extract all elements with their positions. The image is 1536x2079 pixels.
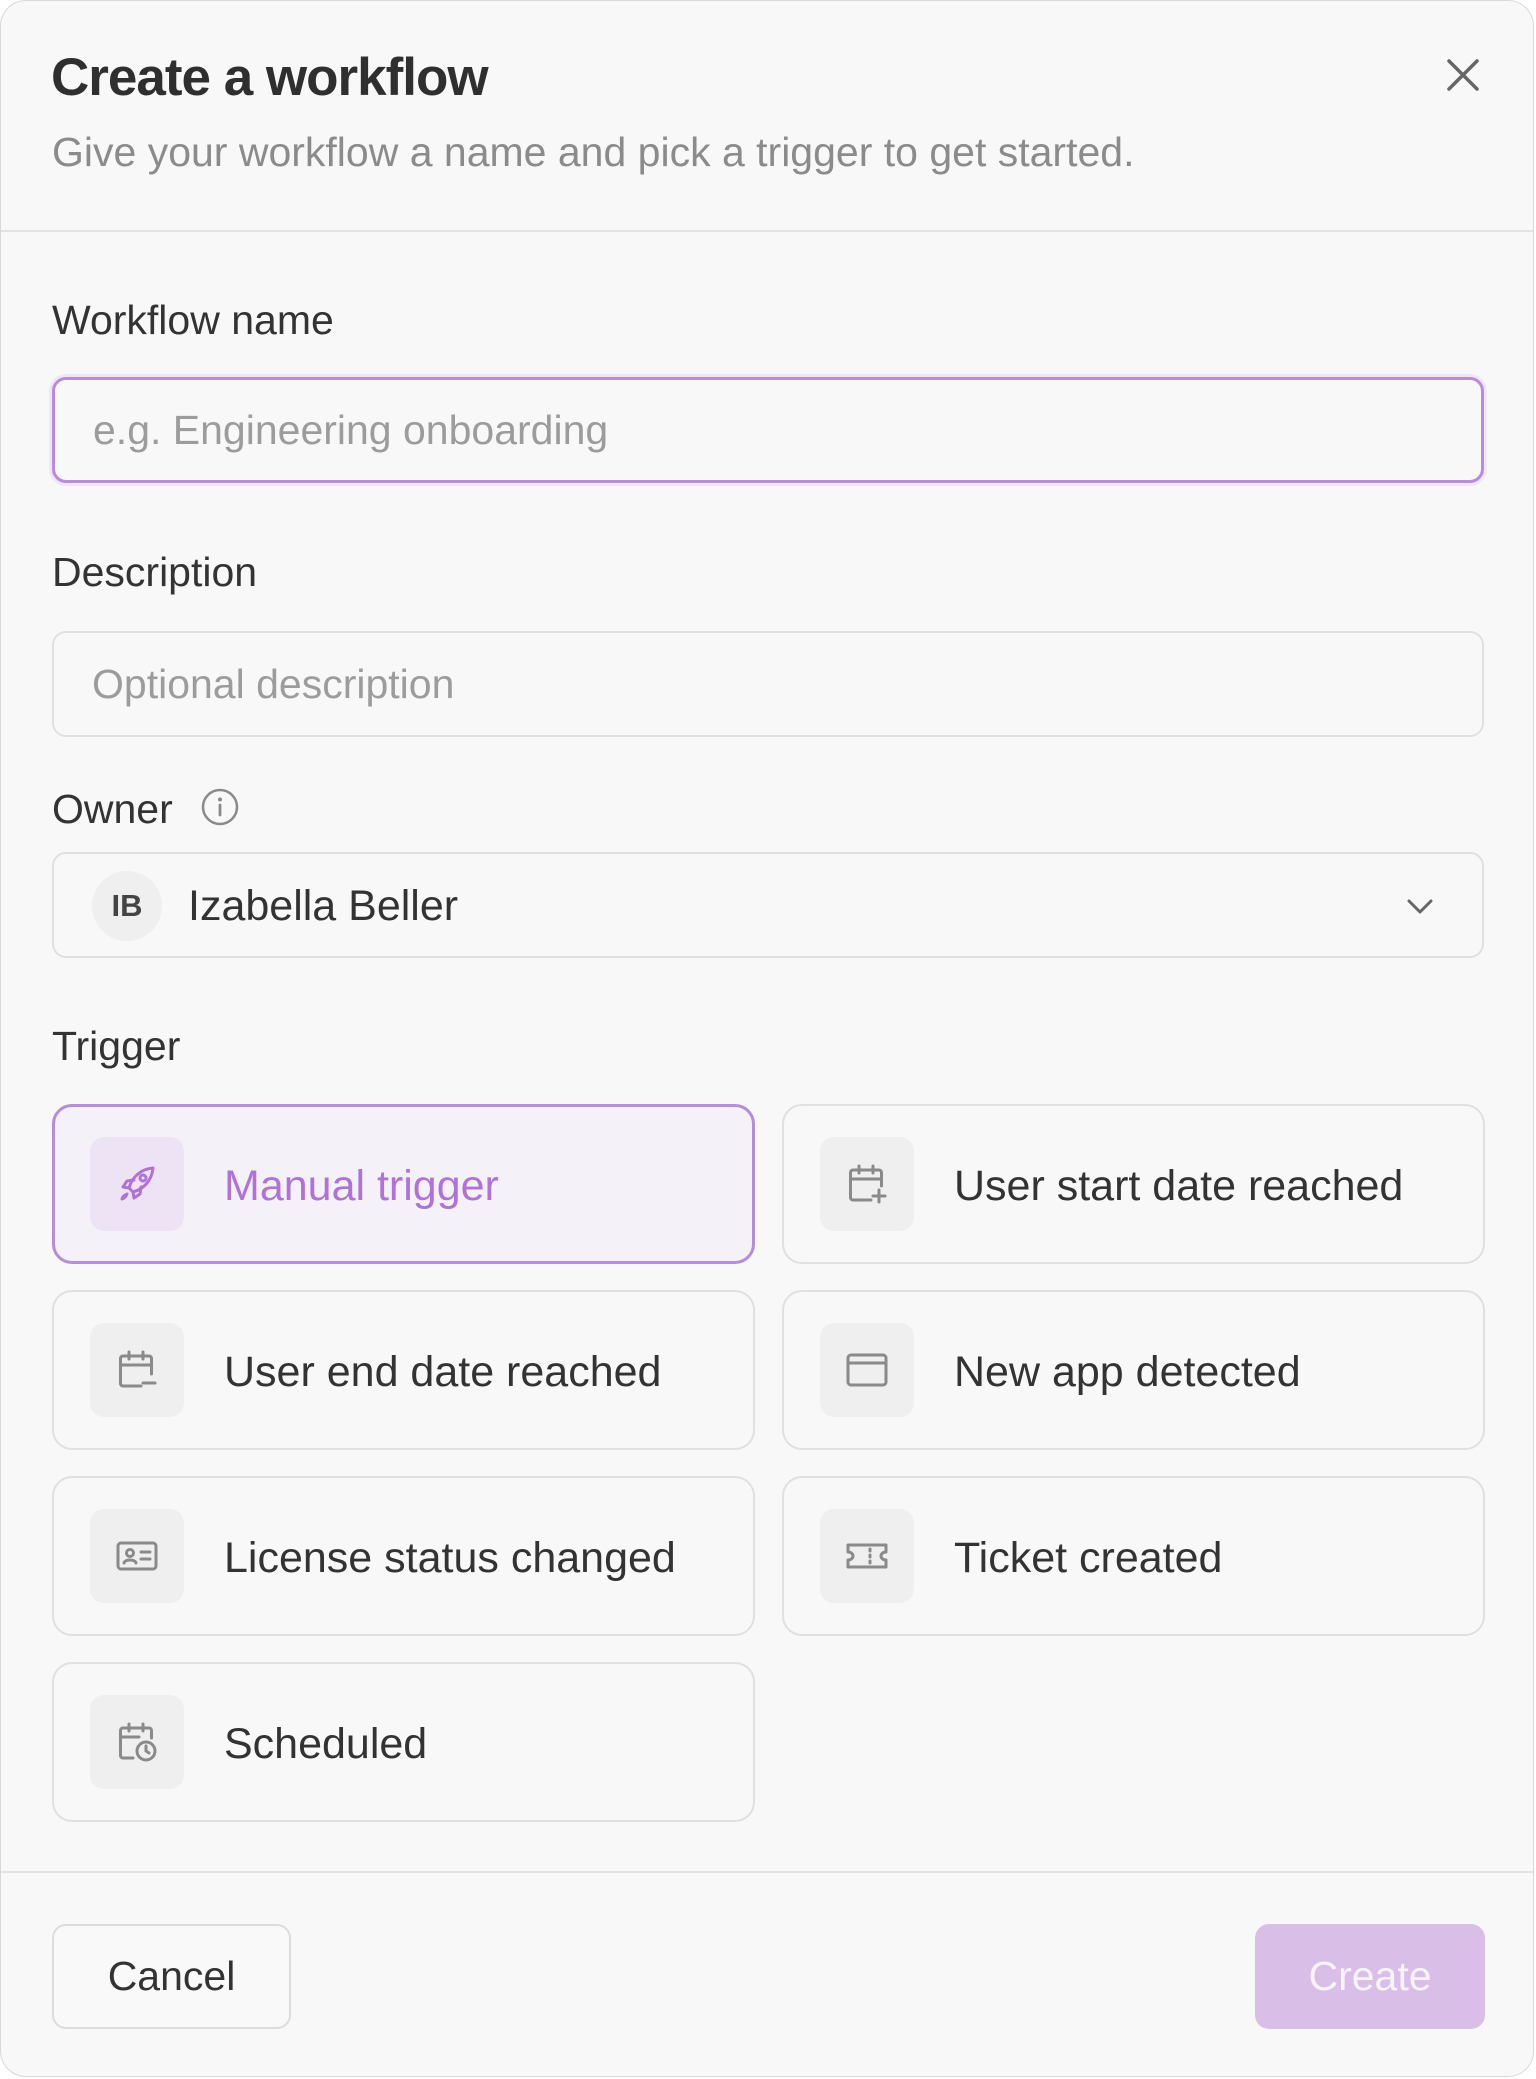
cancel-button[interactable]: Cancel: [52, 1924, 291, 2029]
trigger-option-label: Ticket created: [954, 1534, 1223, 1582]
dialog-subtitle: Give your workflow a name and pick a tri…: [52, 129, 1135, 175]
trigger-option-label: New app detected: [954, 1348, 1301, 1396]
workflow-name-input[interactable]: [52, 377, 1484, 483]
trigger-option-ticket-created[interactable]: Ticket created: [782, 1476, 1485, 1636]
chevron-down-icon: [1407, 899, 1433, 914]
id-card-icon: [90, 1509, 184, 1603]
owner-select[interactable]: IB Izabella Beller: [52, 852, 1484, 958]
owner-label: Owner: [52, 786, 173, 832]
dialog-header: Create a workflow Give your workflow a n…: [1, 1, 1533, 232]
trigger-option-label: User end date reached: [224, 1348, 662, 1396]
trigger-option-manual[interactable]: Manual trigger: [52, 1104, 755, 1264]
trigger-option-label: User start date reached: [954, 1162, 1404, 1210]
dialog-title: Create a workflow: [51, 48, 489, 107]
close-button[interactable]: [1439, 51, 1487, 99]
trigger-label: Trigger: [52, 1023, 181, 1069]
owner-name: Izabella Beller: [188, 882, 459, 930]
avatar: IB: [92, 871, 162, 941]
trigger-option-user-start-date[interactable]: User start date reached: [782, 1104, 1485, 1264]
description-input[interactable]: [52, 631, 1484, 737]
trigger-option-user-end-date[interactable]: User end date reached: [52, 1290, 755, 1450]
calendar-minus-icon: [90, 1323, 184, 1417]
trigger-option-new-app[interactable]: New app detected: [782, 1290, 1485, 1450]
create-workflow-dialog: Create a workflow Give your workflow a n…: [0, 0, 1534, 2077]
workflow-name-label: Workflow name: [52, 297, 334, 343]
create-button[interactable]: Create: [1255, 1924, 1485, 2029]
description-label: Description: [52, 549, 258, 595]
trigger-option-license-status[interactable]: License status changed: [52, 1476, 755, 1636]
trigger-option-scheduled[interactable]: Scheduled: [52, 1662, 755, 1822]
trigger-option-label: Manual trigger: [224, 1162, 499, 1210]
trigger-option-label: License status changed: [224, 1534, 676, 1582]
trigger-option-label: Scheduled: [224, 1720, 428, 1768]
rocket-icon: [90, 1137, 184, 1231]
info-icon[interactable]: [200, 787, 240, 827]
calendar-clock-icon: [90, 1695, 184, 1789]
app-window-icon: [820, 1323, 914, 1417]
calendar-plus-icon: [820, 1137, 914, 1231]
dialog-footer: Cancel Create: [1, 1871, 1533, 2076]
close-icon: [1447, 59, 1479, 91]
ticket-icon: [820, 1509, 914, 1603]
